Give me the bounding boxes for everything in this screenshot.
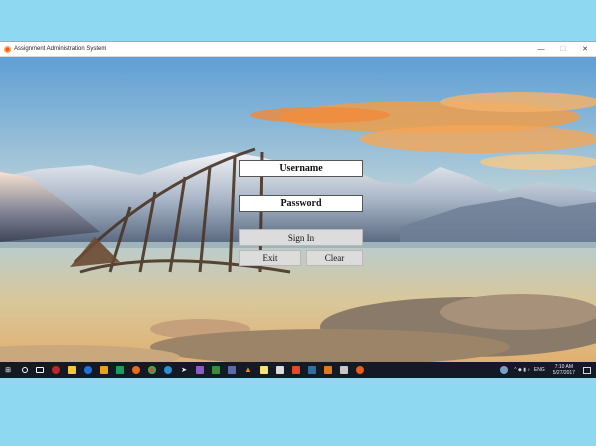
app-window: Assignment Administration System — ☐ ✕ U…	[0, 42, 596, 362]
minimize-button[interactable]: —	[530, 42, 552, 56]
window-controls: — ☐ ✕	[530, 42, 596, 56]
app-icon[interactable]	[276, 366, 284, 374]
maximize-button[interactable]: ☐	[552, 42, 574, 56]
app-icon[interactable]	[356, 366, 364, 374]
clock-date: 5/27/2017	[552, 370, 575, 376]
title-bar: Assignment Administration System — ☐ ✕	[0, 42, 596, 57]
task-view-icon[interactable]	[36, 367, 44, 373]
people-icon[interactable]	[500, 366, 509, 374]
shield-icon[interactable]	[116, 366, 124, 374]
system-tray: ^ ◆ ▮ ♪ ENG 7:10 AM 5/27/2017	[492, 362, 596, 378]
app-icon[interactable]	[212, 366, 220, 374]
exit-button[interactable]: Exit	[239, 250, 301, 266]
window-title: Assignment Administration System	[14, 46, 107, 52]
app-icon[interactable]	[228, 366, 236, 374]
windows-start-icon[interactable]: ⊞	[4, 366, 12, 374]
taskbar: ⊞ ➤ ▲ ^ ◆ ▮ ♪ ENG 7:10 AM 5/27/2017	[0, 362, 596, 378]
notification-center-icon[interactable]	[583, 366, 591, 374]
firefox-icon[interactable]	[132, 366, 140, 374]
app-icon[interactable]	[292, 366, 300, 374]
sign-in-button[interactable]: Sign In	[239, 229, 363, 246]
vlc-icon[interactable]: ▲	[244, 366, 252, 374]
close-button[interactable]: ✕	[574, 42, 596, 56]
app-icon[interactable]	[308, 366, 316, 374]
app-icon[interactable]	[324, 366, 332, 374]
background-landscape: Username Password Sign In Exit Clear	[0, 57, 596, 362]
clock[interactable]: 7:10 AM 5/27/2017	[553, 364, 575, 376]
tray-icons[interactable]: ^ ◆ ▮ ♪	[514, 367, 530, 373]
search-icon[interactable]	[22, 367, 28, 373]
edge-icon[interactable]	[84, 366, 92, 374]
game-icon[interactable]	[52, 366, 60, 374]
username-field[interactable]: Username	[239, 160, 363, 177]
edge-icon[interactable]	[164, 366, 172, 374]
chrome-icon[interactable]	[148, 366, 156, 374]
password-field[interactable]: Password	[239, 195, 363, 212]
notes-icon[interactable]	[260, 366, 268, 374]
app-icon[interactable]	[340, 366, 348, 374]
arrow-icon[interactable]: ➤	[180, 366, 188, 374]
app-logo-icon	[4, 45, 11, 53]
language-indicator[interactable]: ENG	[534, 367, 545, 373]
clear-button[interactable]: Clear	[306, 250, 363, 266]
file-explorer-icon[interactable]	[68, 366, 76, 374]
store-icon[interactable]	[100, 366, 108, 374]
visual-studio-icon[interactable]	[196, 366, 204, 374]
